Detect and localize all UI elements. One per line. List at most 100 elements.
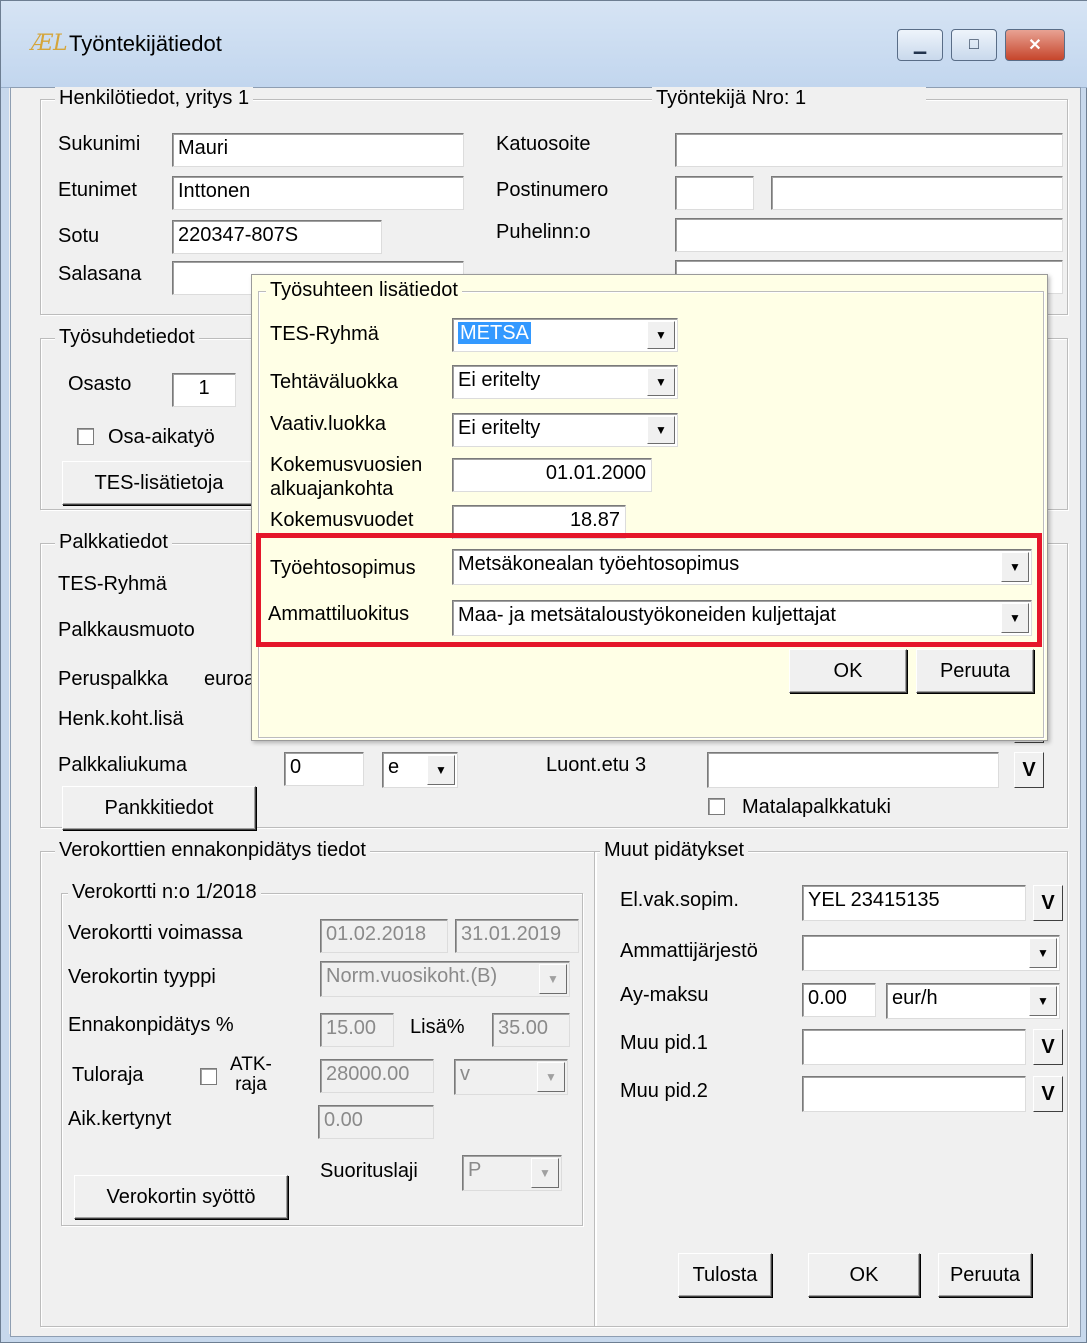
salary-legend: Palkkatiedot [55, 531, 172, 554]
etunimet-input[interactable]: Inttonen [172, 176, 464, 210]
vaativ-select[interactable]: Ei eritelty ▼ [452, 413, 678, 447]
sotu-label: Sotu [58, 225, 100, 247]
popup-tes-ryhma-select[interactable]: METSA ▼ [452, 318, 678, 352]
atk-raja-label: ATK-raja [230, 1055, 272, 1095]
tulosta-button[interactable]: Tulosta [678, 1253, 772, 1297]
tyyppi-value: Norm.vuosikoht.(B) [326, 965, 498, 987]
elvak-label: El.vak.sopim. [620, 889, 739, 911]
sukunimi-input[interactable]: Mauri [172, 133, 464, 167]
suorituslaji-label: Suorituslaji [320, 1160, 418, 1182]
other-deductions-legend: Muut pidätykset [600, 839, 749, 862]
postinumero-input[interactable] [675, 176, 754, 210]
ennakko-label: Ennakonpidätys % [68, 1014, 234, 1036]
kokemus-alku-label: Kokemusvuosien alkuajankohta [270, 453, 422, 501]
elvak-input[interactable]: YEL 23415135 [802, 885, 1026, 921]
palkkaliukuma-unit-select[interactable]: e ▼ [382, 752, 458, 788]
peruuta-button[interactable]: Peruuta [938, 1253, 1032, 1297]
highlight-box [256, 533, 1042, 647]
close-icon: ✕ [1028, 37, 1042, 54]
tehtava-label: Tehtäväluokka [270, 371, 398, 393]
atk-raja-checkbox[interactable] [200, 1068, 217, 1085]
lisa-label: Lisä% [410, 1016, 465, 1038]
muupid1-lookup-button[interactable]: V [1033, 1029, 1063, 1065]
popup-legend: Työsuhteen lisätiedot [266, 279, 462, 302]
kokemus-alku-input[interactable]: 01.01.2000 [452, 458, 652, 492]
salasana-label: Salasana [58, 263, 142, 285]
aymaksu-input[interactable]: 0.00 [802, 983, 876, 1017]
voimassa-to-input[interactable]: 31.01.2019 [455, 919, 579, 953]
tes-lisatiedot-popup: Työsuhteen lisätiedot TES-Ryhmä METSA ▼ … [251, 274, 1048, 741]
luont-etu3-lookup-button[interactable]: V [1014, 752, 1044, 788]
popup-peruuta-button[interactable]: Peruuta [916, 649, 1034, 693]
ok-button[interactable]: OK [808, 1253, 920, 1297]
matalapalkkatuki-checkbox[interactable] [708, 798, 725, 815]
tuloraja-unit-select[interactable]: v ▼ [454, 1059, 568, 1095]
popup-tes-ryhma-value: METSA [458, 322, 531, 344]
app-logo-icon: ÆL [31, 31, 68, 56]
pankkitiedot-button[interactable]: Pankkitiedot [62, 786, 256, 830]
voimassa-from-input[interactable]: 01.02.2018 [320, 919, 448, 953]
tyyppi-select[interactable]: Norm.vuosikoht.(B) ▼ [320, 961, 570, 997]
luont-etu3-input[interactable] [707, 752, 999, 788]
peruspalkka-label: Peruspalkka [58, 668, 169, 690]
title-bar: ÆL Työntekijätiedot ▁ □ ✕ [1, 1, 1087, 88]
chevron-down-icon[interactable]: ▼ [537, 1062, 565, 1092]
chevron-down-icon[interactable]: ▼ [1029, 938, 1057, 968]
katuosoite-input[interactable] [675, 133, 1063, 167]
palkkaliukuma-input[interactable]: 0 [284, 752, 364, 786]
aik-kertynyt-label: Aik.kertynyt [68, 1108, 172, 1130]
osasto-label: Osasto [68, 373, 132, 395]
peruspalkka-unit: euroa [204, 668, 256, 690]
verokortin-syotto-button[interactable]: Verokortin syöttö [74, 1175, 288, 1219]
osasto-input[interactable]: 1 [172, 373, 236, 407]
aymaksu-label: Ay-maksu [620, 984, 709, 1006]
puhelin-input[interactable] [675, 218, 1063, 252]
puhelin-label: Puhelinn:o [496, 221, 591, 243]
atk-label-line2: raja [235, 1074, 267, 1095]
tehtava-select[interactable]: Ei eritelty ▼ [452, 365, 678, 399]
tehtava-value: Ei eritelty [458, 369, 541, 391]
sukunimi-label: Sukunimi [58, 133, 141, 155]
matalapalkkatuki-label: Matalapalkkatuki [742, 796, 891, 818]
popup-ok-button[interactable]: OK [789, 649, 907, 693]
muupid2-input[interactable] [802, 1076, 1026, 1112]
close-button[interactable]: ✕ [1005, 29, 1065, 61]
elvak-lookup-button[interactable]: V [1033, 885, 1063, 921]
chevron-down-icon[interactable]: ▼ [647, 321, 675, 349]
osa-aikatyo-label: Osa-aikatyö [108, 426, 215, 448]
maximize-button[interactable]: □ [951, 29, 997, 61]
tes-lisatietoja-button[interactable]: TES-lisätietoja [62, 461, 256, 505]
lisa-input[interactable]: 35.00 [492, 1013, 570, 1047]
muupid2-lookup-button[interactable]: V [1033, 1076, 1063, 1112]
tax-card-sublegend: Verokortti n:o 1/2018 [68, 881, 261, 904]
muupid1-input[interactable] [802, 1029, 1026, 1065]
chevron-down-icon[interactable]: ▼ [1029, 986, 1057, 1016]
palkkaliukuma-unit-value: e [388, 756, 400, 778]
luont-etu3-label: Luont.etu 3 [546, 754, 647, 776]
employment-legend: Työsuhdetiedot [55, 326, 199, 349]
minimize-button[interactable]: ▁ [897, 29, 943, 61]
ennakko-input[interactable]: 15.00 [320, 1013, 394, 1047]
chevron-down-icon[interactable]: ▼ [647, 368, 675, 396]
popup-tes-ryhma-label: TES-Ryhmä [270, 323, 379, 345]
chevron-down-icon[interactable]: ▼ [539, 964, 567, 994]
aymaksu-unit-select[interactable]: eur/h ▼ [886, 983, 1060, 1019]
osa-aikatyo-checkbox[interactable] [77, 428, 94, 445]
henk-koht-label: Henk.koht.lisä [58, 708, 184, 730]
vaativ-value: Ei eritelty [458, 417, 541, 439]
palkkausmuoto-label: Palkkausmuoto [58, 619, 195, 641]
postitoimipaikka-input[interactable] [771, 176, 1063, 210]
postinumero-label: Postinumero [496, 179, 609, 201]
tuloraja-unit-value: v [460, 1063, 470, 1085]
chevron-down-icon[interactable]: ▼ [427, 755, 455, 785]
aik-kertynyt-input[interactable]: 0.00 [318, 1105, 434, 1139]
ammattijarjesto-select[interactable]: ▼ [802, 935, 1060, 971]
tuloraja-input[interactable]: 28000.00 [320, 1059, 434, 1093]
sotu-input[interactable]: 220347-807S [172, 220, 382, 254]
katuosoite-label: Katuosoite [496, 133, 591, 155]
vaativ-label: Vaativ.luokka [270, 413, 386, 435]
maximize-icon: □ [969, 36, 979, 53]
chevron-down-icon[interactable]: ▼ [531, 1158, 559, 1188]
suorituslaji-select[interactable]: P ▼ [462, 1155, 562, 1191]
chevron-down-icon[interactable]: ▼ [647, 416, 675, 444]
